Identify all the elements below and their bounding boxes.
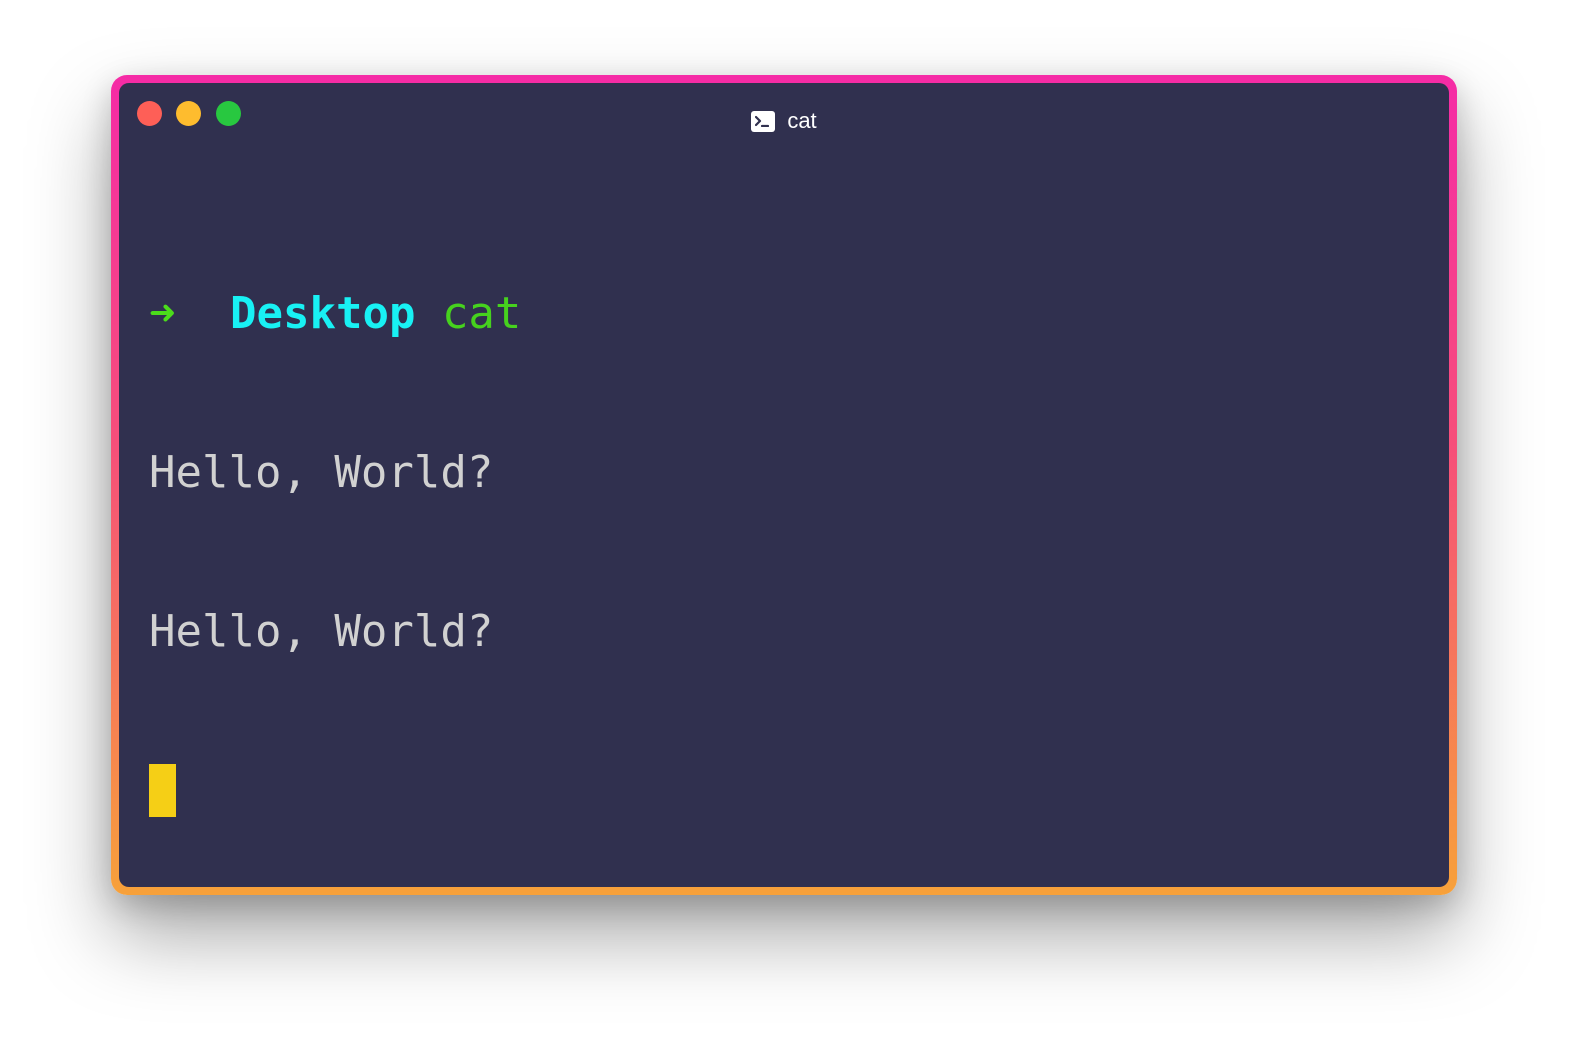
cursor-line: [149, 764, 521, 817]
terminal-output[interactable]: ➜ Desktop cat Hello, World? Hello, World?: [149, 181, 521, 887]
prompt-arrow: ➜: [149, 288, 176, 339]
terminal-window[interactable]: cat ➜ Desktop cat Hello, World? Hello, Wo…: [119, 83, 1449, 887]
terminal-window-frame: cat ➜ Desktop cat Hello, World? Hello, Wo…: [111, 75, 1457, 895]
output-line-2: Hello, World?: [149, 606, 494, 657]
output-line-1: Hello, World?: [149, 447, 494, 498]
prompt-line: ➜ Desktop cat: [149, 287, 521, 340]
window-title-area: cat: [119, 108, 1449, 134]
text-cursor: [149, 764, 176, 817]
terminal-icon: [751, 110, 776, 132]
current-directory: Desktop: [230, 288, 416, 339]
title-bar[interactable]: cat: [119, 83, 1449, 155]
typed-command: cat: [441, 288, 522, 339]
window-title: cat: [787, 108, 817, 133]
